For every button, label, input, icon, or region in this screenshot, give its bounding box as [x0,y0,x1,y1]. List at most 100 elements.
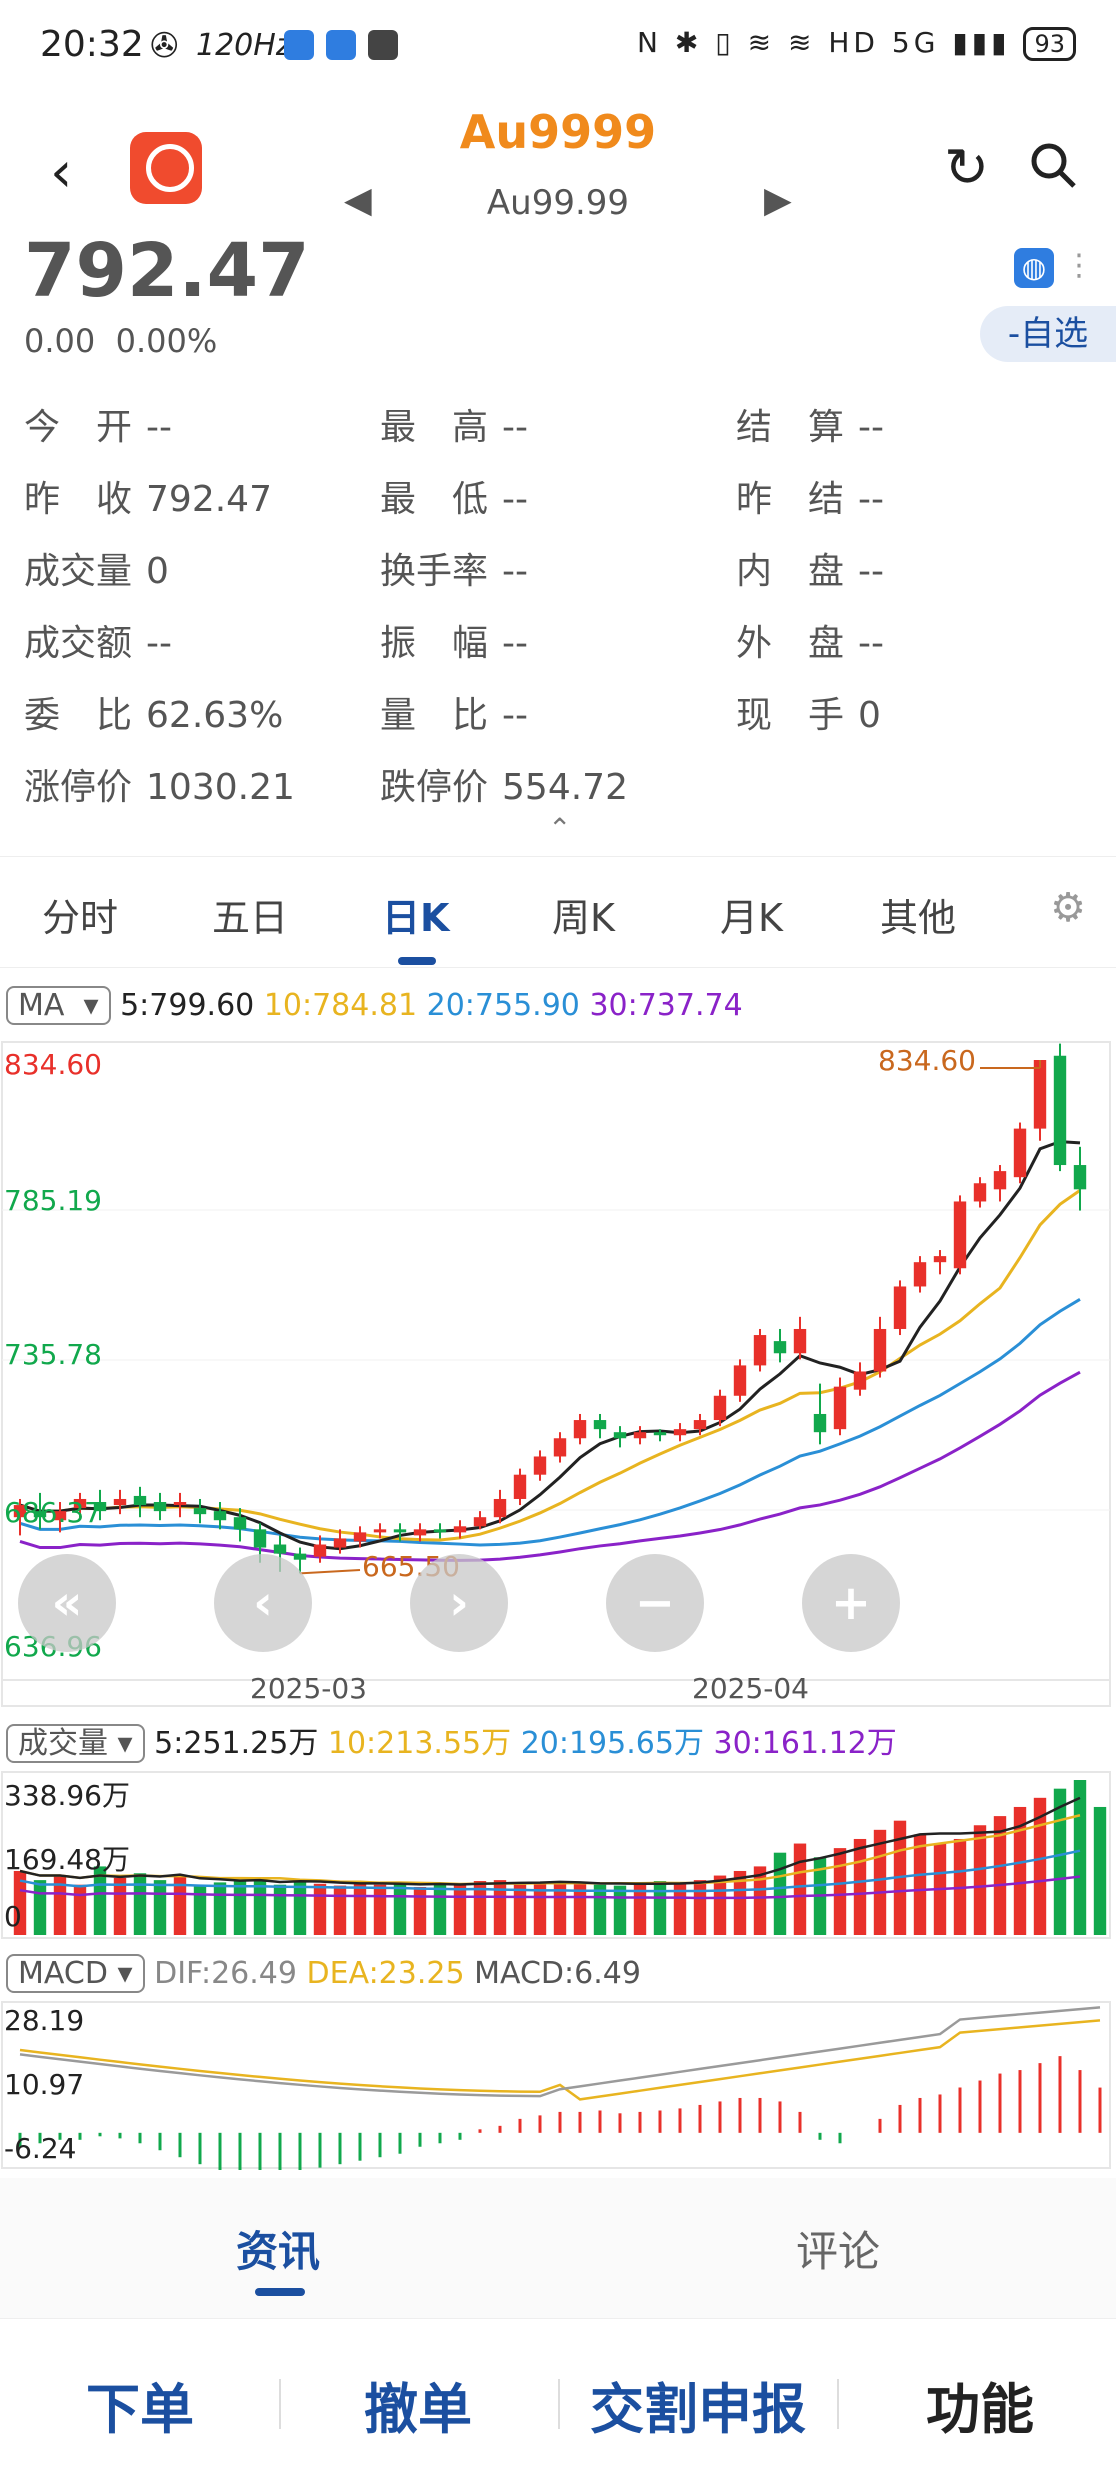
quote-field-label: 跌停价 [380,767,489,808]
ma-selector-label: MA [18,988,65,1023]
volume-bar [213,1882,227,1935]
quote-field-label: 量 比 [380,695,489,736]
ma30-value: 30:737.74 [589,988,743,1023]
quote-field-label: 成交额 [24,623,133,664]
quote-field: 外 盘 -- [736,614,884,666]
settings-icon[interactable]: ⚙ [1050,885,1086,931]
volume-bar [33,1880,47,1935]
ma-selector[interactable]: MA ▾ [6,986,111,1025]
scroll-start-button[interactable]: « [18,1554,116,1652]
ma5-value: 5:799.60 [120,988,255,1023]
volume-selector[interactable]: 成交量 ▾ [6,1724,145,1763]
volume-chart[interactable] [0,1770,1116,1940]
quote-field: 现 手 0 [736,686,881,738]
volume-bar [273,1884,287,1935]
zoom-in-button[interactable]: + [802,1554,900,1652]
refresh-icon[interactable]: ↻ [944,136,989,199]
quote-field: 最 低 -- [380,470,528,522]
chart-frame [1,1041,1111,1707]
vol-ma5: 5:251.25万 [154,1726,319,1761]
quote-field-label: 振 幅 [380,623,489,664]
volume-bar [133,1873,147,1935]
volume-bar [293,1881,307,1935]
macd-axis-bottom: -6.24 [4,2132,77,2165]
cancel-order-button[interactable]: 撤单 [364,2365,472,2444]
tab-five-day[interactable]: 五日 [212,887,288,942]
quote-field-value: -- [858,407,884,448]
tab-comments[interactable]: 评论 [796,2218,880,2279]
quote-field: 结 算 -- [736,398,884,450]
delivery-declaration-button[interactable]: 交割申报 [590,2365,806,2444]
volume-bar [833,1848,847,1935]
tab-weekly-k[interactable]: 周K [552,887,615,942]
zoom-out-button[interactable]: − [606,1554,704,1652]
quote-field-value: -- [858,479,884,520]
volume-bar [693,1880,707,1935]
volume-bar [113,1877,127,1935]
bluetooth-icon: ✱ [674,26,703,59]
candle-body [213,1511,227,1521]
quote-field-value: -- [502,623,528,664]
remove-watchlist-button[interactable]: -自选 [980,306,1116,362]
quote-field-value: -- [146,407,172,448]
tab-monthly-k[interactable]: 月K [720,887,783,942]
functions-button[interactable]: 功能 [926,2365,1034,2444]
macd-dea: DEA:23.25 [306,1956,465,1991]
macd-chart[interactable] [0,2000,1116,2170]
volume-bar [193,1884,207,1935]
tab-news[interactable]: 资讯 [236,2218,320,2279]
candle-body [853,1371,867,1390]
quote-field-value: -- [858,551,884,592]
place-order-button[interactable]: 下单 [86,2365,194,2444]
news-tab-indicator [255,2288,305,2296]
vibrate-icon: ▯ [715,26,735,59]
quote-field-value: 0 [858,695,881,736]
next-instrument-icon[interactable]: ▶ [764,180,792,221]
quote-field-value: -- [502,695,528,736]
candle-body [933,1256,947,1263]
tab-other[interactable]: 其他 [880,887,956,942]
candle-body [493,1498,507,1518]
scroll-left-button[interactable]: ‹ [214,1554,312,1652]
candle-body [713,1395,727,1421]
macd-dif: DIF:26.49 [154,1956,297,1991]
quote-field-label: 昨 收 [24,479,133,520]
dif-line [19,2006,1101,2098]
quote-field-value: 1030.21 [146,767,295,808]
candle-body [813,1413,827,1433]
status-time: 20:32 [40,24,144,65]
tab-daily-k[interactable]: 日K [382,887,449,942]
hd-icon: HD [828,26,879,59]
ma30-line [19,1370,1081,1562]
candlestick-chart[interactable] [0,1040,1116,1708]
quote-field: 昨 结 -- [736,470,884,522]
collapse-icon[interactable]: ⌃ [548,812,571,845]
search-icon[interactable] [1028,140,1078,194]
separator [279,2379,281,2429]
candle-body [973,1183,987,1202]
volume-bar [1073,1780,1087,1935]
volume-bar [393,1882,407,1935]
tab-intraday[interactable]: 分时 [42,887,118,942]
macd-selector[interactable]: MACD ▾ [6,1954,145,1993]
change-percent: 0.00% [115,322,218,360]
price-axis-top: 834.60 [4,1048,102,1081]
quote-field-label: 内 盘 [736,551,845,592]
price-axis-mid3: 686.37 [4,1496,102,1529]
volume-bar [153,1880,167,1935]
globe-icon[interactable]: ◍ [1014,248,1054,288]
volume-bar [333,1885,347,1935]
volume-bar [413,1886,427,1935]
macd-legend: MACD ▾ DIF:26.49 DEA:23.25 MACD:6.49 [6,1952,641,1996]
volume-bar [853,1838,867,1935]
more-icon[interactable]: ⋮ [1064,248,1094,283]
wifi2-icon: ≋ [787,26,816,59]
candle-body [673,1429,687,1436]
scroll-right-button[interactable]: › [410,1554,508,1652]
volume-bar [73,1884,87,1935]
quote-fields: 今 开 -- 最 高 -- 结 算 -- 昨 收 792.47 最 低 -- 昨 结 -- 成交量 0 换手… [0,398,1116,818]
candle-body [513,1474,527,1499]
macd-axis-mid: 10.97 [4,2068,85,2101]
quote-field: 昨 收 792.47 [24,470,272,522]
quote-field-value: -- [146,623,172,664]
